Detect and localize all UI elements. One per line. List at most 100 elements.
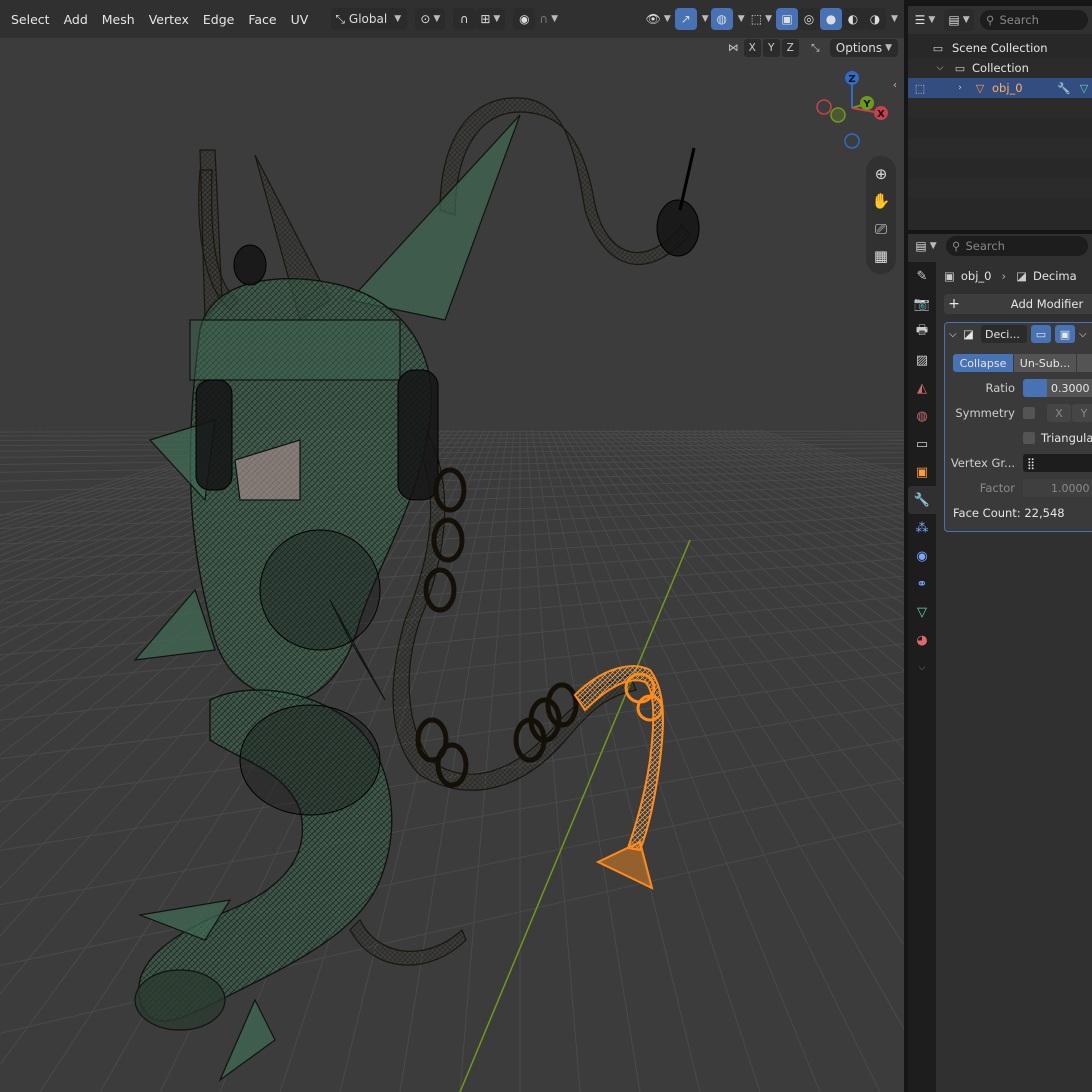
menu-face[interactable]: Face	[241, 9, 283, 30]
constraints-tab-icon[interactable]: ⚭	[908, 570, 936, 598]
modifier-name-field[interactable]: Deci...	[981, 325, 1027, 343]
mode-planar-tab[interactable]	[1077, 354, 1092, 372]
collection-tab-icon[interactable]: ▭	[908, 430, 936, 458]
shading-rendered-button[interactable]: ◑	[864, 8, 886, 30]
chevron-right-icon[interactable]: ›	[952, 80, 968, 96]
add-modifier-label: Add Modifier	[1010, 297, 1084, 311]
chevron-down-icon[interactable]: ⌵	[908, 654, 936, 682]
bottom-cylinder	[134, 969, 226, 1031]
menu-add[interactable]: Add	[57, 9, 95, 30]
tool-tab-icon[interactable]: ✎	[908, 262, 936, 290]
visibility-button[interactable]: 👁 ▼	[642, 8, 675, 30]
chevron-down-icon[interactable]: ⌵	[1079, 329, 1087, 340]
properties-editor: ▤ ▼ ⚲ Search ✎ 📷 🖶 ▨ ◭ ◍ ▭ ▣ 🔧 ⁂ ◉ ⚭ ▽ ◕ …	[908, 234, 1092, 1092]
add-modifier-button[interactable]: + Add Modifier	[944, 294, 1092, 314]
display-mode-icon: ▤	[948, 13, 960, 27]
menu-mesh[interactable]: Mesh	[95, 9, 142, 30]
gizmo-dropdown[interactable]: ▼	[697, 8, 711, 30]
edit-mode-toggle[interactable]: ▭	[1031, 325, 1051, 343]
decimate-mode-tabs: Collapse Un-Sub...	[953, 353, 1092, 373]
mirror-z-toggle[interactable]: Z	[781, 39, 799, 57]
xray-toggle-button[interactable]: ▣	[776, 8, 798, 30]
properties-icon: ▤	[915, 239, 927, 253]
data-tab-icon[interactable]: ▽	[908, 598, 936, 626]
triangulate-checkbox[interactable]	[1023, 432, 1035, 444]
navigation-gizmo[interactable]: Z Y X	[812, 68, 894, 150]
perspective-grid-icon[interactable]: ▦	[870, 245, 892, 267]
transform-orientation-dropdown[interactable]: ⤡ Global ▼	[331, 8, 408, 30]
camera-icon[interactable]: ⎚	[870, 218, 892, 240]
mode-collapse-tab[interactable]: Collapse	[953, 354, 1013, 372]
mirror-y-toggle[interactable]: Y	[762, 39, 780, 57]
outliner-row-obj-0[interactable]: ⬚ › ▽ obj_0 🔧 ▽	[908, 78, 1092, 98]
editmode-icon: ▭	[1035, 327, 1047, 341]
overlays-dropdown[interactable]: ▼	[733, 8, 747, 30]
options-dropdown[interactable]: Options ▼	[829, 39, 898, 57]
object-tab-icon[interactable]: ▣	[908, 458, 936, 486]
snap-toggle-button[interactable]: ∩	[453, 8, 476, 30]
symmetry-checkbox[interactable]	[1023, 407, 1035, 419]
render-tab-icon[interactable]: 📷	[908, 290, 936, 318]
symmetry-axis-buttons: X Y	[1047, 404, 1092, 422]
sidebar-toggle-icon[interactable]: ‹	[893, 80, 897, 91]
physics-tab-icon[interactable]: ◉	[908, 542, 936, 570]
ratio-label: Ratio	[985, 381, 1015, 395]
scene-tab-icon[interactable]: ◭	[908, 374, 936, 402]
material-sphere-icon: ◐	[847, 12, 859, 26]
mirror-x-toggle[interactable]: X	[743, 39, 761, 57]
ratio-slider[interactable]: 0.3000	[1023, 379, 1092, 397]
menu-select[interactable]: Select	[4, 9, 57, 30]
zoom-icon[interactable]: ⊕	[870, 163, 892, 185]
mesh-data-icon: ▽	[1079, 81, 1089, 95]
symmetry-x-button[interactable]: X	[1047, 404, 1071, 422]
menu-vertex[interactable]: Vertex	[142, 9, 196, 30]
edit-mode-icon[interactable]: ⬚	[912, 80, 928, 96]
menu-edge[interactable]: Edge	[196, 9, 241, 30]
display-mode-button[interactable]: ▤ ▼	[944, 9, 974, 31]
shading-solid-button[interactable]: ●	[820, 8, 842, 30]
factor-field[interactable]: 1.0000	[1023, 479, 1092, 497]
chevron-down-icon: ▼	[394, 14, 402, 24]
menu-uv[interactable]: UV	[284, 9, 316, 30]
vertex-group-icon: ⣿	[1027, 456, 1036, 470]
editor-type-button[interactable]: ☰ ▼	[912, 9, 938, 31]
chevron-down-icon: ▼	[737, 14, 745, 24]
shading-wireframe-button[interactable]: ◎	[798, 8, 820, 30]
modifier-tab-icon[interactable]: 🔧	[908, 486, 936, 514]
properties-search-input[interactable]: ⚲ Search	[946, 236, 1088, 256]
outliner-search-input[interactable]: ⚲ Search	[980, 10, 1088, 30]
symmetry-y-button[interactable]: Y	[1072, 404, 1092, 422]
properties-editor-type-button[interactable]: ▤ ▼	[912, 235, 940, 257]
snap-target-button[interactable]: ⊞ ▼	[475, 8, 506, 30]
hand-pan-icon[interactable]: ✋	[870, 190, 892, 212]
material-tab-icon[interactable]: ◕	[908, 626, 936, 654]
shading-material-button[interactable]: ◐	[842, 8, 864, 30]
factor-label: Factor	[979, 481, 1015, 495]
falloff-button[interactable]: ∩ ▼	[535, 8, 562, 30]
chevron-down-icon: ▼	[929, 241, 937, 251]
proportional-edit-button[interactable]: ◉	[513, 8, 536, 30]
3d-viewport[interactable]: Select Add Mesh Vertex Edge Face UV ⤡ Gl…	[0, 0, 904, 1092]
overlays-toggle-button[interactable]: ◍	[710, 8, 733, 30]
auto-merge-icon[interactable]: ⤡	[807, 39, 824, 57]
view-layer-tab-icon[interactable]: ▨	[908, 346, 936, 374]
mesh-edit-overlays-button[interactable]: ⬚ ▼	[747, 8, 776, 30]
realtime-toggle[interactable]: ▣	[1055, 325, 1075, 343]
vertex-group-field[interactable]: ⣿	[1023, 454, 1092, 472]
particles-tab-icon[interactable]: ⁂	[908, 514, 936, 542]
mode-unsubdiv-tab[interactable]: Un-Sub...	[1014, 354, 1076, 372]
scene-collection-icon: ▭	[932, 41, 944, 55]
pivot-point-button[interactable]: ⊙ ▼	[415, 8, 446, 30]
outliner-row-collection[interactable]: ⌵ ▭ Collection	[908, 58, 1092, 78]
shading-dropdown[interactable]: ▼	[886, 8, 900, 30]
scene-collection-label: Scene Collection	[952, 41, 1048, 55]
world-tab-icon[interactable]: ◍	[908, 402, 936, 430]
chevron-down-icon[interactable]: ⌵	[932, 60, 948, 76]
gizmo-toggle-button[interactable]: ↗	[674, 8, 697, 30]
collection-icon: ▭	[954, 61, 966, 75]
chevron-down-icon[interactable]: ⌵	[949, 329, 959, 340]
viewport-scene[interactable]	[0, 0, 904, 1092]
viewport-header: Select Add Mesh Vertex Edge Face UV ⤡ Gl…	[0, 0, 904, 38]
output-tab-icon[interactable]: 🖶	[908, 318, 936, 346]
outliner-row-scene-collection[interactable]: ▭ Scene Collection	[908, 38, 1092, 58]
